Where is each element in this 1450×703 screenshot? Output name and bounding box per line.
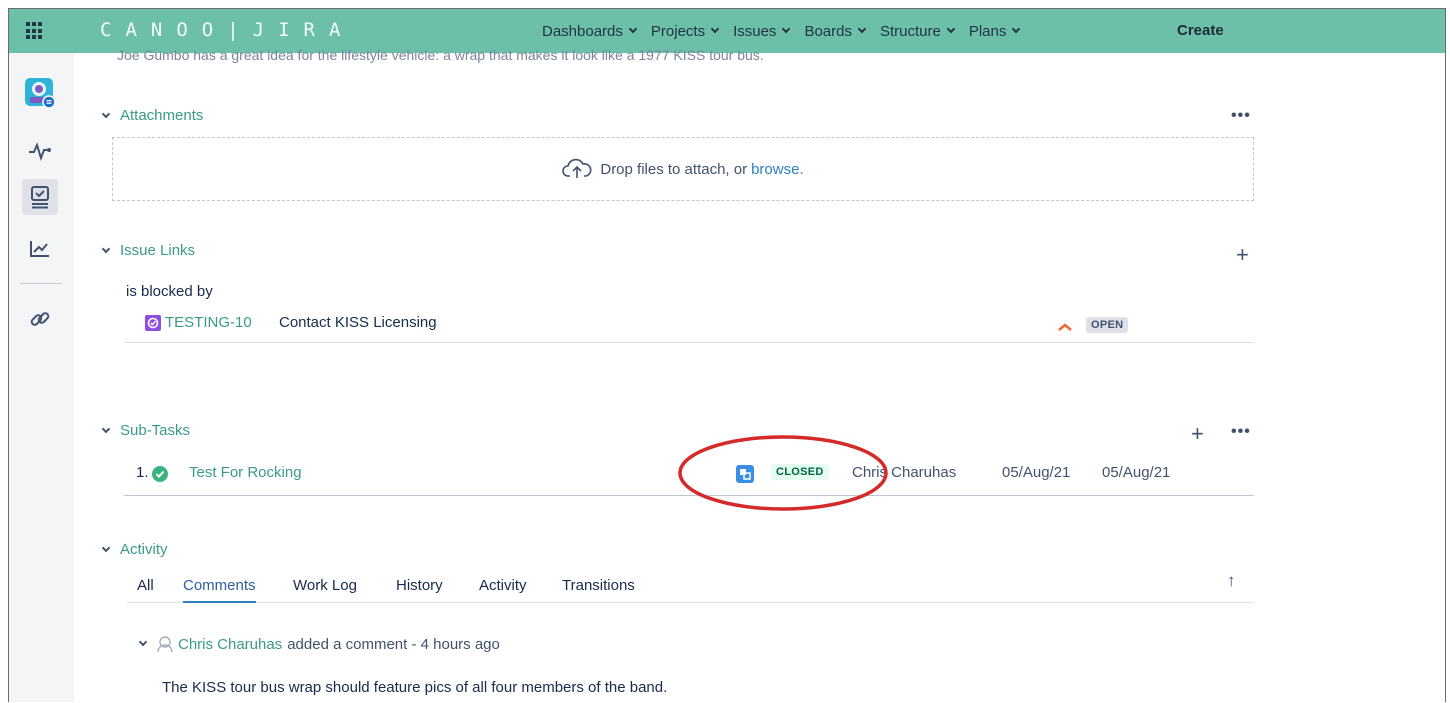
nav-issues[interactable]: Issues (733, 22, 791, 40)
subtask-type-icon (145, 315, 161, 336)
comment-body: The KISS tour bus wrap should feature pi… (162, 679, 668, 696)
brand-logo[interactable]: CANOO|JIRA (100, 19, 354, 41)
priority-high-icon (1057, 319, 1073, 337)
chevron-down-icon (946, 24, 956, 34)
comment-author[interactable]: Chris Charuhas (178, 636, 282, 653)
project-avatar-icon[interactable] (22, 75, 58, 111)
tab-activity[interactable]: Activity (479, 577, 527, 594)
nav-plans[interactable]: Plans (968, 22, 1021, 40)
issue-link-row: TESTING-10 Contact KISS Licensing OPEN (124, 309, 1254, 343)
tab-comments[interactable]: Comments (183, 577, 256, 603)
linked-issue-key[interactable]: TESTING-10 (165, 314, 252, 331)
done-check-icon (152, 466, 168, 487)
sort-order-button[interactable]: ↑ (1227, 571, 1236, 591)
link-icon[interactable] (22, 301, 58, 337)
activity-tabs: All Comments Work Log History Activity T… (127, 575, 1254, 603)
nav-label: Plans (968, 22, 1007, 40)
add-subtask-button[interactable]: + (1191, 423, 1204, 445)
activity-section-toggle[interactable]: Activity (101, 541, 168, 558)
subtasks-more-button[interactable]: ••• (1231, 423, 1251, 441)
avatar (156, 635, 174, 653)
status-badge: OPEN (1086, 317, 1129, 333)
chevron-down-icon (1012, 24, 1021, 34)
attachment-dropzone[interactable]: Drop files to attach, or browse. (112, 137, 1254, 201)
tab-work-log[interactable]: Work Log (293, 577, 357, 594)
activity-pulse-icon[interactable] (22, 133, 58, 169)
project-sidebar (9, 53, 74, 702)
chevron-down-icon (101, 543, 111, 552)
activity-heading: Activity (120, 541, 168, 558)
chevron-down-icon (101, 424, 111, 433)
link-type-label: is blocked by (126, 283, 213, 300)
attachments-section-toggle[interactable]: Attachments (101, 107, 204, 124)
nav-label: Structure (879, 22, 941, 40)
upload-cloud-icon (562, 158, 592, 180)
nav-projects[interactable]: Projects (650, 22, 720, 40)
jira-window: CANOO|JIRA Dashboards Projects Issues Bo… (8, 8, 1446, 702)
nav-label: Projects (650, 22, 706, 40)
nav-label: Dashboards (542, 22, 623, 40)
subtask-created-date: 05/Aug/21 (1002, 464, 1071, 481)
linked-issue-summary[interactable]: Contact KISS Licensing (279, 314, 437, 331)
nav-label: Issues (733, 22, 777, 40)
annotation-ellipse (678, 435, 888, 511)
sidebar-divider (20, 283, 62, 284)
chevron-down-icon[interactable] (138, 637, 148, 647)
subtasks-section-toggle[interactable]: Sub-Tasks (101, 422, 191, 439)
issue-links-section-toggle[interactable]: Issue Links (101, 242, 196, 259)
nav-structure[interactable]: Structure (879, 22, 956, 40)
issue-links-heading: Issue Links (120, 242, 196, 259)
reports-chart-icon[interactable] (22, 231, 58, 267)
chevron-down-icon (857, 24, 867, 34)
chevron-down-icon (710, 24, 720, 34)
nav-label: Boards (804, 22, 852, 40)
subtask-summary[interactable]: Test For Rocking (189, 464, 302, 481)
chevron-down-icon (101, 244, 111, 253)
comment-meta: added a comment - 4 hours ago (287, 635, 500, 653)
attachments-more-button[interactable]: ••• (1231, 107, 1251, 125)
chevron-down-icon (628, 24, 638, 34)
chevron-down-icon (782, 24, 791, 34)
nav-dashboards[interactable]: Dashboards (542, 22, 638, 40)
nav-boards[interactable]: Boards (804, 22, 867, 40)
description-text: Joe Gumbo has a great idea for the lifes… (117, 47, 764, 63)
comment-header: Chris Charuhas added a comment - 4 hours… (138, 635, 500, 653)
tab-history[interactable]: History (396, 577, 443, 594)
dropzone-text: Drop files to attach, or (600, 160, 748, 178)
create-button[interactable]: Create (1177, 22, 1224, 39)
tab-transitions[interactable]: Transitions (562, 577, 635, 594)
attachments-heading: Attachments (120, 107, 204, 124)
subtask-number: 1. (136, 464, 149, 481)
chevron-down-icon (101, 109, 111, 118)
app-switcher-grid-icon[interactable] (26, 22, 44, 40)
subtasks-heading: Sub-Tasks (120, 422, 191, 439)
subtask-updated-date: 05/Aug/21 (1102, 464, 1171, 481)
board-icon[interactable] (22, 179, 58, 215)
browse-link[interactable]: browse. (751, 161, 804, 178)
add-issue-link-button[interactable]: + (1236, 244, 1249, 266)
tab-all[interactable]: All (137, 577, 154, 594)
